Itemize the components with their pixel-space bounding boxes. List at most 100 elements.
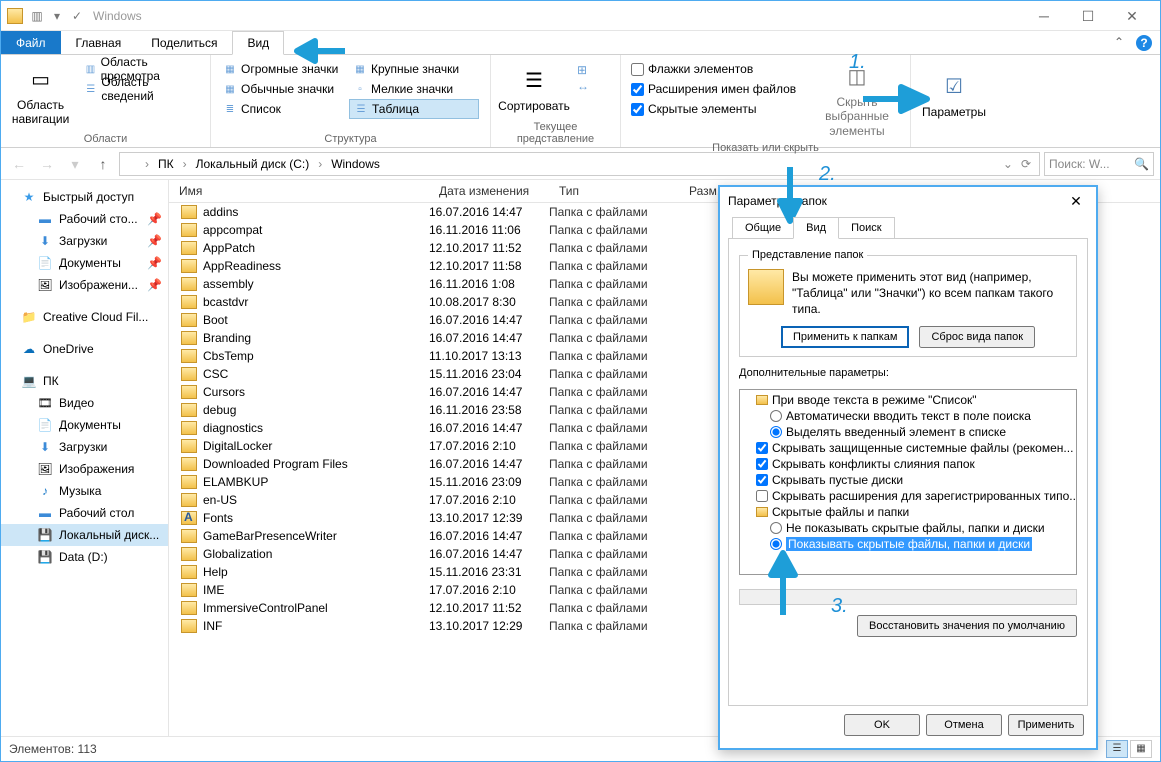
maximize-button[interactable]: ☐ xyxy=(1066,2,1110,30)
menu-share[interactable]: Поделиться xyxy=(136,31,232,55)
folder-options-dialog: Параметры папок ✕ Общие Вид Поиск Предст… xyxy=(718,185,1098,750)
options-button[interactable]: ☑ Параметры xyxy=(919,59,989,131)
nav-local-c[interactable]: 💾Локальный диск... xyxy=(1,524,168,546)
file-type: Папка с файлами xyxy=(549,457,679,471)
cancel-button[interactable]: Отмена xyxy=(926,714,1002,736)
radio-hide-hidden[interactable] xyxy=(770,522,782,534)
file-type: Папка с файлами xyxy=(549,565,679,579)
layout-list[interactable]: ≣Список xyxy=(219,99,349,119)
file-date: 12.10.2017 11:52 xyxy=(429,241,549,255)
nav-pane-button[interactable]: ▭ Область навигации xyxy=(9,59,72,131)
details-pane-button[interactable]: ☰Область сведений xyxy=(80,79,202,99)
address-dropdown-icon[interactable]: ⌄ xyxy=(1003,157,1013,171)
nav-downloads2[interactable]: ⬇Загрузки xyxy=(1,436,168,458)
nav-music[interactable]: ♪Музыка xyxy=(1,480,168,502)
music-icon: ♪ xyxy=(37,483,53,499)
layout-medium[interactable]: ▦Обычные значки xyxy=(219,79,349,99)
checkbox-ext-input[interactable] xyxy=(631,83,644,96)
reset-folders-button[interactable]: Сброс вида папок xyxy=(919,326,1035,348)
nav-data-d[interactable]: 💾Data (D:) xyxy=(1,546,168,568)
col-name[interactable]: Имя xyxy=(169,184,429,198)
chk-hide-empty[interactable] xyxy=(756,474,768,486)
address-refresh-icon[interactable]: ⟳ xyxy=(1017,157,1035,171)
col-type[interactable]: Тип xyxy=(549,184,679,198)
preview-pane-icon: ▥ xyxy=(84,62,96,76)
view-details-button[interactable]: ☰ xyxy=(1106,740,1128,758)
size-column-icon[interactable]: ↔ xyxy=(577,79,589,93)
nav-up-button[interactable]: ↑ xyxy=(91,152,115,176)
checkbox-hidden-input[interactable] xyxy=(631,103,644,116)
nav-downloads[interactable]: ⬇Загрузки📌 xyxy=(1,230,168,252)
nav-pictures2[interactable]: 🖼Изображения xyxy=(1,458,168,480)
nav-documents[interactable]: 📄Документы📌 xyxy=(1,252,168,274)
nav-forward-button[interactable]: → xyxy=(35,152,59,176)
nav-quick-access[interactable]: ★Быстрый доступ xyxy=(1,186,168,208)
address-box[interactable]: › ПК › Локальный диск (C:) › Windows ⌄ ⟳ xyxy=(119,152,1040,176)
sort-button[interactable]: ☰ Сортировать xyxy=(499,59,569,119)
dialog-close-button[interactable]: ✕ xyxy=(1064,193,1088,210)
h-scrollbar[interactable] xyxy=(739,589,1077,605)
crumb-folder[interactable]: Windows xyxy=(329,157,382,171)
nav-back-button[interactable]: ← xyxy=(7,152,31,176)
dlg-tab-search[interactable]: Поиск xyxy=(838,217,894,239)
menu-home[interactable]: Главная xyxy=(61,31,137,55)
help-icon[interactable]: ? xyxy=(1136,35,1152,51)
apply-to-folders-button[interactable]: Применить к папкам xyxy=(781,326,910,348)
layout-small[interactable]: ▫Мелкие значки xyxy=(349,79,479,99)
folder-icon xyxy=(181,331,197,345)
ok-button[interactable]: OK xyxy=(844,714,920,736)
onedrive-icon: ☁ xyxy=(21,341,37,357)
qat-check-icon[interactable]: ✓ xyxy=(69,8,85,24)
advanced-settings-box[interactable]: При вводе текста в режиме "Список" Автом… xyxy=(739,389,1077,575)
layout-table[interactable]: ☰Таблица xyxy=(349,99,479,119)
layout-large[interactable]: ▦Крупные значки xyxy=(349,59,479,79)
dlg-tab-general[interactable]: Общие xyxy=(732,217,794,239)
file-date: 16.07.2016 14:47 xyxy=(429,385,549,399)
checkbox-boxes-input[interactable] xyxy=(631,63,644,76)
restore-defaults-button[interactable]: Восстановить значения по умолчанию xyxy=(857,615,1077,637)
file-name: assembly xyxy=(203,277,254,291)
crumb-pc[interactable]: ПК xyxy=(156,157,176,171)
dlg-tab-view[interactable]: Вид xyxy=(793,217,839,239)
add-column-icon[interactable]: ⊞ xyxy=(577,63,589,77)
checkbox-item-boxes[interactable]: Флажки элементов xyxy=(629,59,804,79)
nav-video[interactable]: 🎞Видео xyxy=(1,392,168,414)
minimize-button[interactable]: ─ xyxy=(1022,2,1066,30)
nav-onedrive[interactable]: ☁OneDrive xyxy=(1,338,168,360)
menu-view[interactable]: Вид xyxy=(232,31,284,55)
chk-hide-merge[interactable] xyxy=(756,458,768,470)
radio-auto-type[interactable] xyxy=(770,410,782,422)
file-name: appcompat xyxy=(203,223,262,237)
radio-show-hidden[interactable] xyxy=(770,538,782,550)
qat-new-folder-icon[interactable]: ▾ xyxy=(49,8,65,24)
nav-history-button[interactable]: ▾ xyxy=(63,152,87,176)
folder-icon xyxy=(181,241,197,255)
radio-select-typed[interactable] xyxy=(770,426,782,438)
nav-documents2[interactable]: 📄Документы xyxy=(1,414,168,436)
layout-huge[interactable]: ▦Огромные значки xyxy=(219,59,349,79)
menu-file[interactable]: Файл xyxy=(1,31,61,55)
file-type: Папка с файлами xyxy=(549,547,679,561)
file-date: 15.11.2016 23:31 xyxy=(429,565,549,579)
nav-desktop2[interactable]: ▬Рабочий стол xyxy=(1,502,168,524)
file-name: GameBarPresenceWriter xyxy=(203,529,337,543)
chk-hide-ext[interactable] xyxy=(756,490,768,502)
checkbox-extensions[interactable]: Расширения имен файлов xyxy=(629,79,804,99)
search-box[interactable]: Поиск: W... 🔍 xyxy=(1044,152,1154,176)
picture-icon: 🖼 xyxy=(37,277,53,293)
crumb-disk[interactable]: Локальный диск (C:) xyxy=(194,157,312,171)
col-date[interactable]: Дата изменения xyxy=(429,184,549,198)
nav-pc[interactable]: 💻ПК xyxy=(1,370,168,392)
chk-hide-protected[interactable] xyxy=(756,442,768,454)
checkbox-hidden[interactable]: Скрытые элементы xyxy=(629,99,804,119)
close-button[interactable]: ✕ xyxy=(1110,2,1154,30)
nav-desktop[interactable]: ▬Рабочий сто...📌 xyxy=(1,208,168,230)
nav-pane-icon: ▭ xyxy=(25,64,57,96)
view-thumbnails-button[interactable]: ▦ xyxy=(1130,740,1152,758)
nav-creative-cloud[interactable]: 📁Creative Cloud Fil... xyxy=(1,306,168,328)
ribbon-collapse-button[interactable]: ⌃ xyxy=(1106,31,1132,55)
nav-pictures[interactable]: 🖼Изображени...📌 xyxy=(1,274,168,296)
file-name: Cursors xyxy=(203,385,245,399)
apply-button[interactable]: Применить xyxy=(1008,714,1084,736)
qat-properties-icon[interactable]: ▥ xyxy=(29,8,45,24)
